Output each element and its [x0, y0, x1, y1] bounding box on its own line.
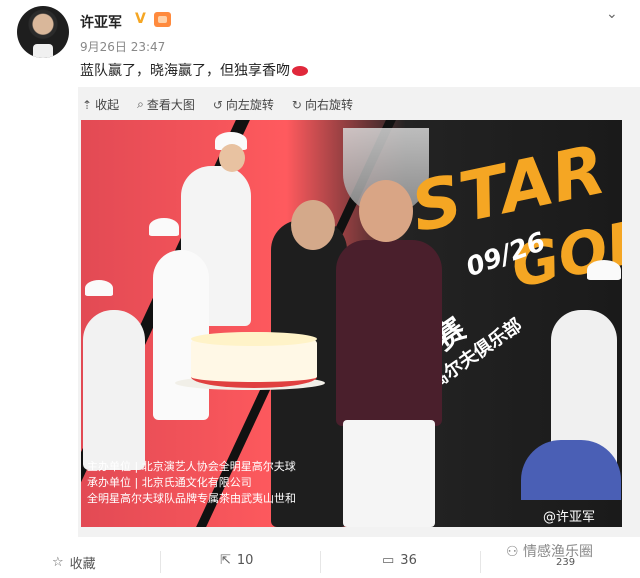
star-icon: ☆ — [52, 555, 64, 570]
collapse-button[interactable]: ⇡ 收起 — [82, 96, 119, 113]
vip-badge-icon: V — [135, 11, 146, 27]
collapse-label: 收起 — [95, 98, 120, 112]
post-photo[interactable]: STAR GOL 09/26 赛 高尔夫俱乐部 主办单位 | 北京演艺人协会全明… — [81, 120, 622, 527]
divider — [160, 551, 161, 573]
view-large-button[interactable]: ⌕ 查看大图 — [137, 96, 195, 113]
favorite-label: 收藏 — [69, 557, 96, 572]
man-head — [359, 180, 413, 242]
divider — [320, 551, 321, 573]
man-figure — [336, 240, 442, 426]
woman-head — [291, 200, 335, 250]
rotate-right-label: 向右旋转 — [304, 98, 353, 112]
photo-watermark: @许亚军 — [543, 510, 596, 525]
man-trousers — [343, 420, 435, 527]
avatar[interactable] — [17, 6, 69, 58]
sponsor-line: 主办单位 | 北京演艺人协会全明星高尔夫球 — [87, 460, 296, 473]
rotate-right-icon: ↻ — [291, 97, 302, 112]
fan-badge-icon[interactable] — [154, 12, 171, 27]
favorite-button[interactable]: ☆ 收藏 — [52, 553, 96, 572]
golfer-figure — [83, 310, 145, 470]
wechat-icon: ⚇ — [506, 544, 519, 560]
golfer-skirt — [521, 440, 621, 500]
sponsor-line: 承办单位 | 北京氏通文化有限公司 — [87, 476, 252, 489]
chevron-down-icon[interactable]: ⌄ — [606, 6, 618, 22]
rotate-left-icon: ↺ — [212, 97, 223, 112]
brand-watermark: ⚇ 情感渔乐圈 — [506, 541, 593, 561]
search-icon: ⌕ — [137, 97, 144, 111]
user-name[interactable]: 许亚军 — [80, 12, 122, 32]
image-toolbar: ⇡ 收起 ⌕ 查看大图 ↺ 向左旋转 ↻ 向右旋转 — [82, 96, 371, 113]
comment-count: 36 — [400, 553, 417, 568]
rotate-right-button[interactable]: ↻ 向右旋转 — [292, 96, 353, 113]
repost-button[interactable]: ⇱ 10 — [220, 553, 253, 568]
collapse-up-icon: ⇡ — [82, 97, 93, 112]
golfer-cap — [85, 280, 113, 296]
lips-emoji-icon — [292, 66, 308, 76]
rotate-left-label: 向左旋转 — [225, 98, 274, 112]
rotate-left-button[interactable]: ↺ 向左旋转 — [213, 96, 274, 113]
comment-icon: ▭ — [382, 553, 395, 568]
divider — [480, 551, 481, 573]
comment-button[interactable]: ▭ 36 — [382, 553, 417, 568]
birthday-cake — [191, 332, 317, 388]
post-text-content: 蓝队赢了，晓海赢了，但独享香吻 — [80, 63, 290, 79]
post-timestamp[interactable]: 9月26日 23:47 — [80, 38, 165, 55]
view-large-label: 查看大图 — [146, 98, 195, 112]
golfer-cap — [149, 218, 179, 236]
post-text: 蓝队赢了，晓海赢了，但独享香吻 — [80, 60, 308, 80]
repost-count: 10 — [236, 553, 254, 568]
sponsor-line: 全明星高尔夫球队品牌专属茶由武夷山世和 — [87, 492, 296, 505]
golfer-cap — [587, 260, 621, 280]
brand-watermark-text: 情感渔乐圈 — [523, 544, 594, 560]
golfer-head — [219, 144, 245, 172]
repost-icon: ⇱ — [220, 553, 231, 568]
